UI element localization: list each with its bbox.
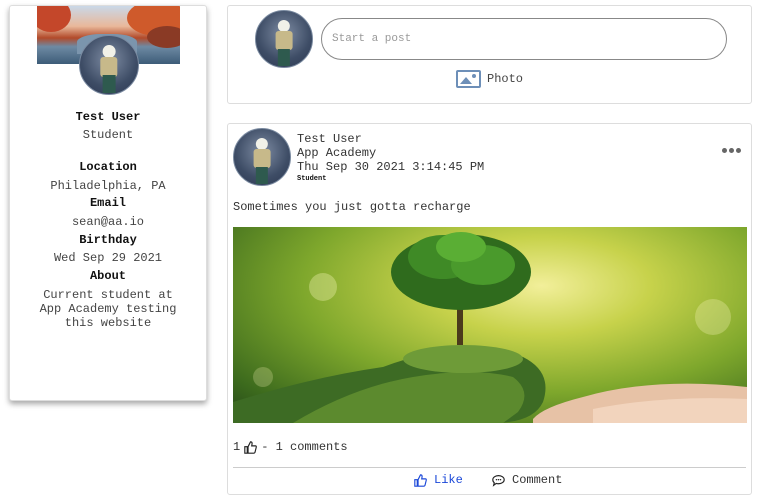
- tree-in-hand-illustration: [233, 232, 747, 423]
- post-timestamp: Thu Sep 30 2021 3:14:45 PM: [297, 160, 485, 174]
- email-value: sean@aa.io: [71, 215, 144, 229]
- start-post-input[interactable]: [321, 18, 727, 60]
- ellipsis-icon: [722, 148, 727, 153]
- post-text: Sometimes you just gotta recharge: [233, 200, 471, 214]
- photo-label: Photo: [487, 72, 524, 86]
- birthday-heading: Birthday: [79, 233, 137, 247]
- image-icon: [456, 70, 481, 88]
- post-author-role: Student: [297, 175, 327, 183]
- about-line: Current student at: [43, 288, 173, 302]
- email-heading: Email: [89, 196, 126, 210]
- profile-avatar[interactable]: [79, 35, 139, 95]
- comment-label: Comment: [512, 473, 563, 487]
- about-line: this website: [64, 316, 152, 330]
- like-label: Like: [434, 473, 463, 487]
- post-author-avatar[interactable]: [233, 128, 291, 186]
- post-meta: Test User App Academy Thu Sep 30 2021 3:…: [297, 132, 484, 184]
- comment-button[interactable]: Comment: [492, 472, 562, 488]
- post-author-org: App Academy: [297, 146, 377, 160]
- more-options-button[interactable]: [722, 148, 741, 153]
- create-post-card: Photo: [227, 5, 752, 104]
- profile-role: Student: [82, 128, 134, 142]
- speech-bubble-icon: [492, 474, 505, 487]
- photo-button[interactable]: Photo: [456, 69, 523, 89]
- birthday-value: Wed Sep 29 2021: [53, 251, 163, 265]
- user-avatar[interactable]: [255, 10, 313, 68]
- post-stats: 1 - 1 comments: [233, 440, 348, 454]
- post-author-name[interactable]: Test User: [297, 132, 484, 146]
- thumbs-up-icon: [244, 440, 258, 454]
- profile-name: Test User: [75, 110, 141, 124]
- like-count: 1: [233, 440, 241, 454]
- location-heading: Location: [79, 160, 137, 174]
- about-heading: About: [89, 269, 126, 283]
- divider: [233, 467, 746, 468]
- about-line: App Academy testing: [39, 302, 177, 316]
- like-button[interactable]: Like: [414, 472, 463, 488]
- thumbs-up-icon: [414, 473, 427, 487]
- location-value: Philadelphia, PA: [50, 179, 166, 193]
- comment-count[interactable]: - 1 comments: [261, 440, 347, 454]
- post-image[interactable]: [233, 227, 747, 423]
- profile-card: Test User Student Location Philadelphia,…: [9, 5, 207, 401]
- post-card: Test User App Academy Thu Sep 30 2021 3:…: [227, 123, 752, 495]
